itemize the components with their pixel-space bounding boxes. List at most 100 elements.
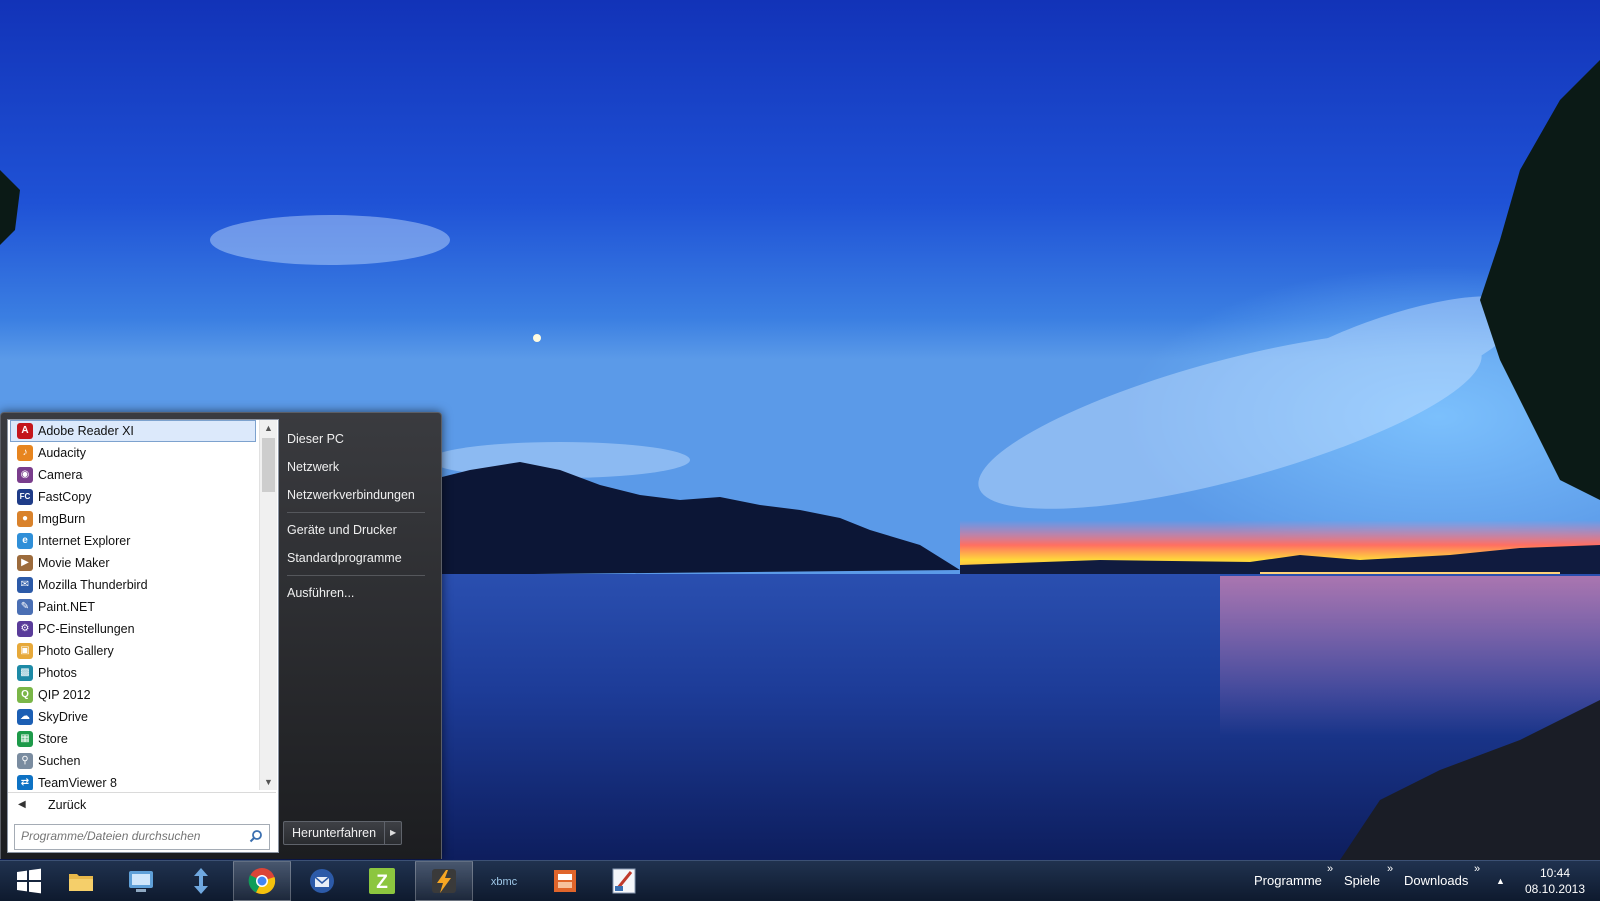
program-list-item[interactable]: ✎ Paint.NET [10, 596, 256, 618]
program-list-item[interactable]: ☁ SkyDrive [10, 706, 256, 728]
right-item-geräte-und-drucker[interactable]: Geräte und Drucker [279, 516, 433, 544]
right-item-netzwerk[interactable]: Netzwerk [279, 453, 433, 481]
svg-text:Z: Z [376, 872, 388, 893]
search-box[interactable] [14, 824, 270, 850]
paint-button[interactable] [595, 861, 653, 901]
program-label: Suchen [38, 754, 81, 768]
thunderbird-button[interactable] [293, 861, 351, 901]
program-label: Paint.NET [38, 600, 95, 614]
scroll-down-arrow-icon[interactable]: ▼ [260, 774, 277, 790]
program-list-item[interactable]: Q QIP 2012 [10, 684, 256, 706]
z-app-button[interactable]: Z [353, 861, 411, 901]
right-item-standardprogramme[interactable]: Standardprogramme [279, 544, 433, 572]
right-group-run: Ausführen... [279, 579, 439, 607]
start-button[interactable] [0, 861, 58, 901]
program-label: QIP 2012 [38, 688, 91, 702]
program-list: A Adobe Reader XI ♪ Audacity ◉ Camera FC FastCo… [8, 420, 258, 790]
program-label: PC-Einstellungen [38, 622, 135, 636]
windows-logo-icon [17, 868, 41, 894]
program-list-item[interactable]: ▩ Photos [10, 662, 256, 684]
program-label: Internet Explorer [38, 534, 131, 548]
toolbar-spiele[interactable]: Spiele [1344, 861, 1380, 901]
folder-icon [69, 874, 93, 891]
z-app-icon: Z [369, 868, 395, 894]
xbmc-icon: xbmc [491, 876, 518, 888]
program-list-item[interactable]: ⚲ Suchen [10, 750, 256, 772]
right-item-netzwerkverbindungen[interactable]: Netzwerkverbindungen [279, 481, 433, 509]
program-label: FastCopy [38, 490, 92, 504]
program-label: Movie Maker [38, 556, 110, 570]
program-list-scrollbar[interactable]: ▲ ▼ [259, 420, 277, 790]
scroll-up-arrow-icon[interactable]: ▲ [260, 420, 277, 436]
program-label: Store [38, 732, 68, 746]
program-list-item[interactable]: ◉ Camera [10, 464, 256, 486]
program-label: Adobe Reader XI [38, 424, 134, 438]
program-list-item[interactable]: ▣ Photo Gallery [10, 640, 256, 662]
program-list-item[interactable]: ⇄ TeamViewer 8 [10, 772, 256, 790]
office-button[interactable] [536, 861, 594, 901]
show-hidden-icons-arrow-icon[interactable]: ▲ [1496, 861, 1505, 901]
start-menu-left-pane: A Adobe Reader XI ♪ Audacity ◉ Camera FC FastCo… [7, 419, 279, 853]
scrollbar-thumb[interactable] [262, 438, 275, 492]
program-list-item[interactable]: ● ImgBurn [10, 508, 256, 530]
program-list-item[interactable]: ✉ Mozilla Thunderbird [10, 574, 256, 596]
svg-text:xbmc: xbmc [491, 876, 518, 888]
audacity-icon: ♪ [17, 445, 33, 461]
program-label: SkyDrive [38, 710, 89, 724]
toolbar-downloads-chevron-icon[interactable]: » [1474, 863, 1480, 875]
program-list-item[interactable]: ⚙ PC-Einstellungen [10, 618, 256, 640]
photo-gallery-icon: ▣ [17, 643, 33, 659]
program-label: Mozilla Thunderbird [38, 578, 148, 592]
skydrive-icon: ☁ [17, 709, 33, 725]
search-input[interactable] [15, 825, 251, 847]
qip-icon: Q [17, 687, 33, 703]
right-item-ausführen[interactable]: Ausführen... [279, 579, 433, 607]
right-group-places: Dieser PC Netzwerk Netzwerkverbindungen [279, 425, 439, 509]
chrome-icon [248, 868, 276, 895]
program-list-item[interactable]: ▶ Movie Maker [10, 552, 256, 574]
toolbar-spiele-chevron-icon[interactable]: » [1387, 863, 1393, 875]
winamp-icon [432, 869, 456, 893]
search-icon[interactable] [249, 829, 263, 843]
store-icon: ▦ [17, 731, 33, 747]
teamviewer-icon: ⇄ [17, 775, 33, 790]
back-label: Zurück [48, 798, 87, 812]
back-button[interactable]: ◀ Zurück [8, 792, 276, 817]
shutdown-control: Herunterfahren ▶ [283, 821, 403, 845]
program-list-item[interactable]: ♪ Audacity [10, 442, 256, 464]
control-panel-icon [129, 871, 153, 892]
chrome-button[interactable] [233, 861, 291, 901]
settings-icon: ⚙ [17, 621, 33, 637]
toolbar-programme[interactable]: Programme [1254, 861, 1322, 901]
toolbar-programme-chevron-icon[interactable]: » [1327, 863, 1333, 875]
program-list-item[interactable]: A Adobe Reader XI [10, 420, 256, 442]
program-label: Audacity [38, 446, 86, 460]
program-list-item[interactable]: ▦ Store [10, 728, 256, 750]
clock[interactable]: 10:44 08.10.2013 [1510, 865, 1600, 897]
internet-explorer-icon: e [17, 533, 33, 549]
network-tool-button[interactable] [172, 861, 230, 901]
thunderbird-icon [310, 869, 334, 893]
start-menu: A Adobe Reader XI ♪ Audacity ◉ Camera FC FastCo… [0, 412, 442, 859]
toolbar-downloads[interactable]: Downloads [1404, 861, 1468, 901]
shutdown-options-arrow-icon[interactable]: ▶ [385, 822, 401, 844]
imgburn-icon: ● [17, 511, 33, 527]
winamp-button[interactable] [415, 861, 473, 901]
adobe-reader-icon: A [17, 423, 33, 439]
paint-net-icon: ✎ [17, 599, 33, 615]
fastcopy-icon: FC [17, 489, 33, 505]
office-icon [554, 870, 576, 892]
program-label: Camera [38, 468, 83, 482]
right-item-dieser-pc[interactable]: Dieser PC [279, 425, 433, 453]
taskbar: Z xbmc Programme » Spiele » Downloads » … [0, 860, 1600, 901]
photos-icon: ▩ [17, 665, 33, 681]
shutdown-button[interactable]: Herunterfahren [284, 822, 386, 844]
control-panel-button[interactable] [112, 861, 170, 901]
file-explorer-button[interactable] [52, 861, 110, 901]
separator [287, 512, 425, 513]
thunderbird-icon: ✉ [17, 577, 33, 593]
xbmc-button[interactable]: xbmc [475, 861, 533, 901]
program-list-item[interactable]: FC FastCopy [10, 486, 256, 508]
program-list-item[interactable]: e Internet Explorer [10, 530, 256, 552]
right-group-settings: Geräte und Drucker Standardprogramme [279, 516, 439, 572]
